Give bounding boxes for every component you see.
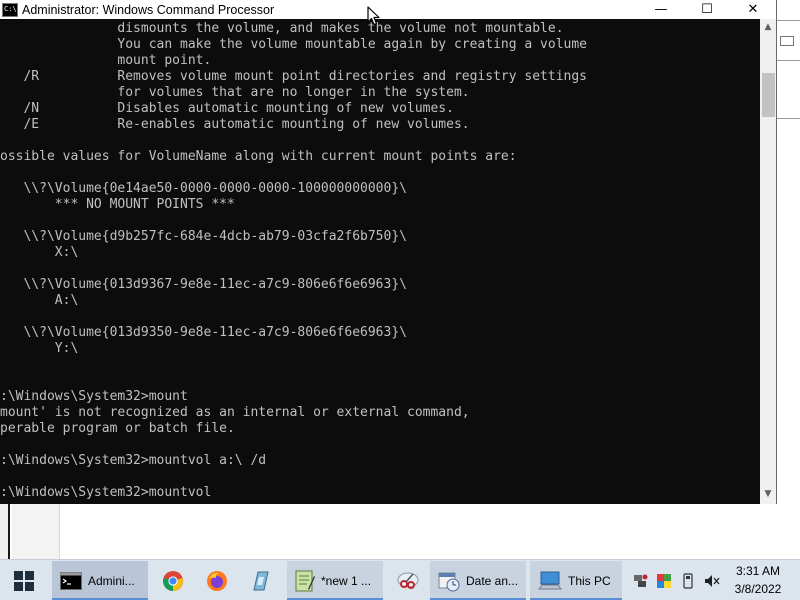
taskbar-item-label: Admini... bbox=[88, 573, 135, 588]
console-line: Y:\ bbox=[0, 341, 79, 356]
console-line: mount' is not recognized as an internal … bbox=[0, 405, 470, 420]
console-line: :\Windows\System32>mount bbox=[0, 389, 188, 404]
background-window-right-panel bbox=[776, 0, 800, 503]
console-line: /R Removes volume mount point directorie… bbox=[0, 69, 587, 84]
taskbar-clock[interactable]: 3:31 AM 3/8/2022 bbox=[724, 562, 792, 598]
taskbar-item-label: This PC bbox=[568, 573, 611, 588]
console-line: mount point. bbox=[0, 53, 212, 68]
date-time-icon bbox=[438, 572, 460, 591]
vertical-scrollbar[interactable]: ▲ ▼ bbox=[760, 19, 776, 504]
console-line: You can make the volume mountable again … bbox=[0, 37, 587, 52]
console-line: perable program or batch file. bbox=[0, 421, 235, 436]
scroll-thumb[interactable] bbox=[762, 73, 775, 117]
console-line: /N Disables automatic mounting of new vo… bbox=[0, 101, 454, 116]
cmd-icon bbox=[60, 571, 82, 590]
console-line: dismounts the volume, and makes the volu… bbox=[0, 21, 564, 36]
scroll-up-arrow-icon[interactable]: ▲ bbox=[760, 19, 776, 35]
this-pc-icon bbox=[538, 571, 562, 589]
console-line: :\Windows\System32>mountvol bbox=[0, 485, 212, 500]
console-line: /E Re-enables automatic mounting of new … bbox=[0, 117, 470, 132]
console-line: \\?\Volume{013d9350-9e8e-11ec-a7c9-806e6… bbox=[0, 325, 407, 340]
taskbar-item-chrome[interactable] bbox=[153, 561, 193, 600]
close-button[interactable]: ✕ bbox=[730, 0, 776, 19]
clock-time: 3:31 AM bbox=[735, 564, 781, 578]
taskbar-item-date-and-time[interactable]: Date an... bbox=[430, 561, 526, 600]
chrome-icon bbox=[163, 570, 183, 591]
maximize-button[interactable]: ☐ bbox=[684, 0, 730, 19]
mouse-cursor-icon bbox=[367, 6, 380, 26]
console-line: X:\ bbox=[0, 245, 79, 260]
title-bar[interactable]: C:\ Administrator: Windows Command Proce… bbox=[0, 0, 776, 19]
clock-date: 3/8/2022 bbox=[734, 582, 782, 596]
background-window-edge bbox=[0, 503, 10, 559]
volume-muted-icon[interactable] bbox=[703, 572, 721, 590]
network-adapter-icon[interactable] bbox=[631, 572, 649, 590]
console-line: \\?\Volume{013d9367-9e8e-11ec-a7c9-806e6… bbox=[0, 277, 407, 292]
minimize-button[interactable]: — bbox=[638, 0, 684, 19]
console-line: \\?\Volume{d9b257fc-684e-4dcb-ab79-03cfa… bbox=[0, 229, 407, 244]
firefox-icon bbox=[207, 570, 227, 591]
display-color-icon[interactable] bbox=[655, 572, 673, 590]
taskbar-item-label: *new 1 ... bbox=[321, 573, 372, 588]
console-line: \\?\Volume{0e14ae50-0000-0000-0000-10000… bbox=[0, 181, 407, 196]
console-line: ossible values for VolumeName along with… bbox=[0, 149, 517, 164]
taskbar-item-this-pc[interactable]: This PC bbox=[530, 561, 622, 600]
background-window-panel bbox=[12, 503, 60, 559]
app-icon bbox=[253, 571, 269, 590]
taskbar-item-notepad[interactable]: *new 1 ... bbox=[287, 561, 383, 600]
window-title: Administrator: Windows Command Processor bbox=[22, 2, 275, 17]
taskbar: Admini... *new 1 ... Date an... This PC … bbox=[0, 559, 800, 600]
taskbar-item-label: Date an... bbox=[466, 573, 519, 588]
console-line: for volumes that are no longer in the sy… bbox=[0, 85, 470, 100]
usb-device-icon[interactable] bbox=[679, 572, 697, 590]
console-line: *** NO MOUNT POINTS *** bbox=[0, 197, 235, 212]
console-text: dismounts the volume, and makes the volu… bbox=[0, 21, 587, 501]
console-line: :\Windows\System32>mountvol a:\ /d bbox=[0, 453, 267, 468]
taskbar-item-cmd[interactable]: Admini... bbox=[52, 561, 148, 600]
notepad-icon bbox=[295, 570, 315, 591]
windows-logo-icon bbox=[14, 570, 34, 591]
console-window[interactable]: C:\ Administrator: Windows Command Proce… bbox=[0, 0, 777, 504]
start-button[interactable] bbox=[0, 561, 48, 600]
console-output[interactable]: dismounts the volume, and makes the volu… bbox=[0, 19, 760, 504]
cmd-app-icon[interactable]: C:\ bbox=[2, 2, 18, 17]
taskbar-item-app[interactable] bbox=[240, 561, 280, 600]
scroll-down-arrow-icon[interactable]: ▼ bbox=[760, 486, 776, 502]
taskbar-item-firefox[interactable] bbox=[197, 561, 237, 600]
taskbar-item-snipping-tool[interactable] bbox=[388, 561, 428, 600]
console-line: A:\ bbox=[0, 293, 79, 308]
snipping-icon bbox=[397, 572, 419, 589]
